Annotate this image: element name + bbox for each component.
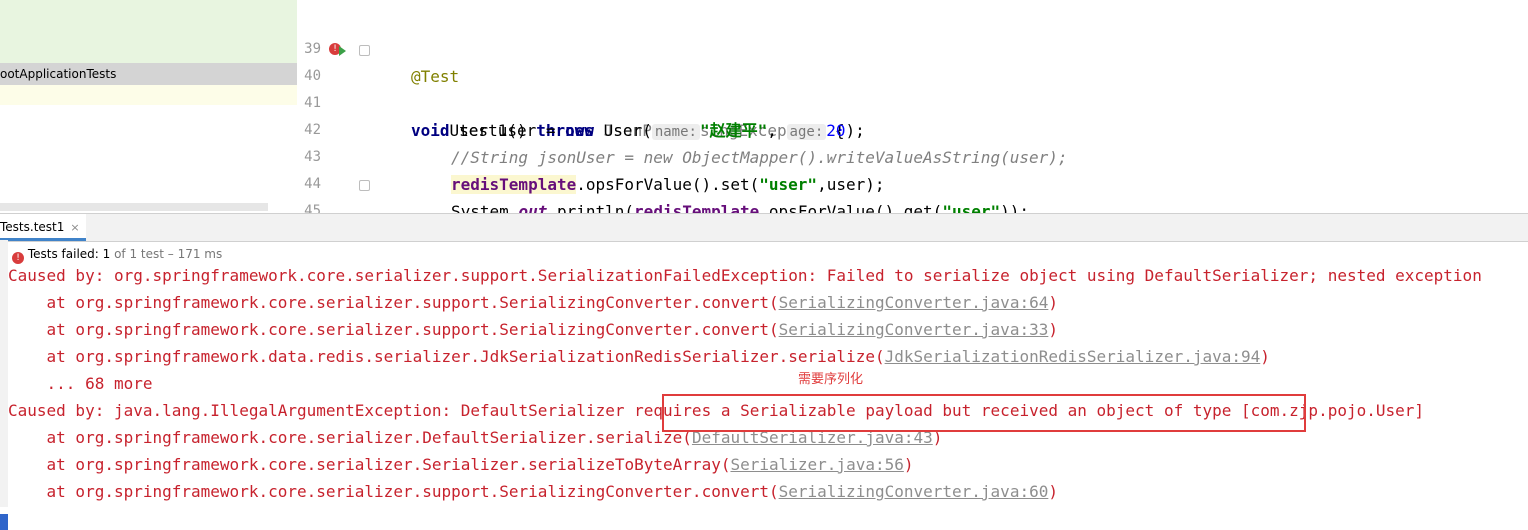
field-token: redisTemplate	[634, 202, 760, 213]
annotation-note: 需要序列化	[798, 372, 864, 387]
error-icon: !	[12, 252, 24, 264]
console-line: Caused by: org.springframework.core.seri…	[8, 266, 1482, 285]
test-summary: of 1 test – 171 ms	[110, 247, 223, 261]
console-line: at org.springframework.data.redis.serial…	[8, 347, 1528, 374]
source-link[interactable]: SerializingConverter.java:64	[779, 293, 1049, 312]
stack-frame-text: )	[1048, 320, 1058, 339]
stack-frame-text: )	[1260, 347, 1270, 366]
code-editor[interactable]: ! 39 @Test 40 void test1() throws JsonPr…	[297, 0, 1528, 213]
code-line: 43 redisTemplate.opsForValue().set("user…	[297, 117, 1528, 194]
source-link[interactable]: JdkSerializationRedisSerializer.java:94	[885, 347, 1261, 366]
project-tree-selected-item[interactable]: ootApplicationTests	[0, 63, 297, 85]
tab-label: Tests.test1	[0, 220, 65, 234]
code-text: .println(	[547, 202, 635, 213]
code-line: 45 }	[297, 171, 1528, 213]
highlight-box	[662, 394, 1306, 432]
code-line: 41 User user = new User(name: "赵建平", age:…	[297, 63, 1528, 140]
console-line: at org.springframework.core.serializer.S…	[8, 455, 1528, 482]
code-line: 42 //String jsonUser = new ObjectMapper(…	[297, 90, 1528, 167]
run-toolbar-strip	[0, 240, 8, 530]
stack-frame-text: at org.springframework.core.serializer.s…	[8, 320, 779, 339]
console-line: at org.springframework.core.serializer.s…	[8, 320, 1528, 347]
source-link[interactable]: SerializingConverter.java:33	[779, 320, 1049, 339]
string-token: "user"	[942, 202, 1001, 213]
project-panel: ootApplicationTests	[0, 0, 298, 213]
close-icon[interactable]: ×	[70, 221, 79, 234]
field-token: out	[518, 202, 548, 213]
project-tree-area	[0, 0, 297, 63]
code-line: 39 @Test	[297, 9, 1528, 86]
source-link[interactable]: Serializer.java:56	[730, 455, 903, 474]
console-line: at org.springframework.core.serializer.s…	[8, 293, 1528, 320]
source-link[interactable]: SerializingConverter.java:60	[779, 482, 1049, 501]
project-tree-row[interactable]	[0, 85, 297, 105]
stack-frame-text: at org.springframework.core.serializer.D…	[8, 428, 692, 447]
stack-frame-text: at org.springframework.core.serializer.S…	[8, 455, 731, 474]
rerun-button[interactable]	[0, 514, 8, 530]
project-tree-item-label: ootApplicationTests	[0, 67, 117, 81]
stack-frame-text: at org.springframework.data.redis.serial…	[8, 347, 885, 366]
code-text: .opsForValue().get(	[759, 202, 943, 213]
run-tool-window-tabbar: Tests.test1 ×	[0, 213, 1528, 242]
test-status-bar: ! Tests failed: 1 of 1 test – 171 ms	[8, 241, 1528, 267]
code-line: 44 System.out.println(redisTemplate.opsF…	[297, 144, 1528, 213]
stack-frame-text: at org.springframework.core.serializer.s…	[8, 482, 779, 501]
horizontal-scrollbar[interactable]	[0, 203, 268, 211]
fold-icon[interactable]	[359, 45, 370, 56]
tests-failed-label: Tests failed: 1	[27, 247, 111, 261]
code-text: ));	[1000, 202, 1030, 213]
console-line: at org.springframework.core.serializer.s…	[8, 482, 1528, 507]
stack-frame-text: at org.springframework.core.serializer.s…	[8, 293, 779, 312]
stack-frame-text: )	[1048, 482, 1058, 501]
console-output[interactable]: Caused by: org.springframework.core.seri…	[8, 266, 1528, 507]
stack-frame-text: )	[903, 455, 914, 474]
console-line: at org.springframework.core.serializer.D…	[8, 428, 1528, 455]
line-number: 45	[304, 203, 321, 213]
stack-frame-text: )	[1048, 293, 1058, 312]
code-text: System.	[451, 202, 519, 213]
fold-icon[interactable]	[359, 180, 370, 191]
tab-run-config[interactable]: Tests.test1 ×	[0, 214, 86, 241]
code-line: 40 void test1() throws JsonProcessingExc…	[297, 36, 1528, 140]
